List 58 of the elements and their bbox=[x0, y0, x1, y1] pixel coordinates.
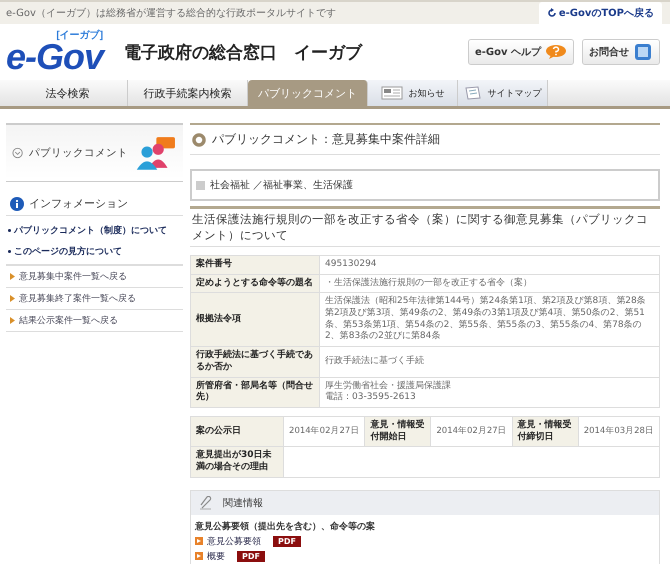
category-text: 社会福祉 ／福祉事業、生活保護 bbox=[210, 178, 354, 192]
related-subtitle: 意見公募要領（提出先を含む）、命令等の案 bbox=[194, 520, 376, 534]
nav-tab[interactable]: お知らせ bbox=[368, 80, 458, 106]
field-label: 案の公示日 bbox=[190, 416, 284, 447]
field-value: 厚生労働省社会・援護局保護課 電話：03-3595-2613 bbox=[320, 377, 660, 408]
field-label: 行政手続法に基づく手続であるか否か bbox=[190, 346, 320, 378]
field-value: ・生活保護法施行規則の一部を改正する省令（案） bbox=[320, 274, 660, 293]
field-label: 定めようとする命令等の題名 bbox=[190, 274, 320, 293]
page-title: パブリックコメント：意見募集中案件詳細 bbox=[212, 131, 440, 148]
field-label: 所管府省・部局名等（問合せ先） bbox=[190, 377, 320, 408]
date-value: 2014年02月27日 bbox=[430, 416, 512, 447]
field-label: 意見・情報受付締切日 bbox=[512, 416, 578, 447]
pdf-badge[interactable]: PDF bbox=[273, 536, 301, 547]
related-title: 関連情報 bbox=[223, 496, 263, 510]
triangle-icon bbox=[10, 295, 15, 302]
paperclip-icon bbox=[199, 496, 213, 510]
field-value: 生活保護法（昭和25年法律第144号）第24条第1項、第2項及び第8項、第28条第2項及び第3項、第49条の2、第49条の3第1項及び第4項、第50条の2、第51条、第53条第1項、第54条の2、第55条、第55条の3、第55条の4、第78条の2、第83条の2並びに第84条 bbox=[320, 292, 660, 347]
site-title: 電子政府の総合窓口 イーガブ bbox=[124, 42, 364, 64]
return-icon bbox=[546, 8, 557, 18]
site-logo[interactable]: [イーガブ] e-Gov bbox=[6, 30, 106, 74]
ring-icon bbox=[192, 132, 206, 146]
info-icon bbox=[10, 196, 24, 210]
triangle-icon bbox=[10, 273, 15, 280]
square-icon bbox=[196, 180, 205, 190]
file-link[interactable]: 意見公募要領 bbox=[207, 534, 261, 548]
contact-button[interactable]: お問合せ bbox=[582, 39, 660, 65]
help-button[interactable]: e-Gov ヘルプ bbox=[468, 39, 574, 65]
triangle-icon bbox=[10, 317, 15, 324]
field-label: 意見・情報受付開始日 bbox=[364, 416, 431, 447]
info-link[interactable]: パブリックコメント（制度）について bbox=[14, 224, 167, 237]
date-value: 2014年03月28日 bbox=[578, 416, 660, 447]
section-title: パブリックコメント bbox=[29, 146, 128, 160]
field-label: 意見提出が30日未満の場合その理由 bbox=[190, 446, 284, 478]
people-chat-icon bbox=[134, 135, 177, 171]
field-label: 根拠法令項 bbox=[190, 292, 320, 347]
site-tagline: e-Gov（イーガブ）は総務省が運営する総合的な行政ポータルサイトです bbox=[6, 6, 336, 20]
document-icon bbox=[195, 552, 203, 560]
case-title: 生活保護法施行規則の一部を改正する省令（案）に関する御意見募集（パブリックコメント）について bbox=[190, 206, 660, 248]
top-page-link[interactable]: e-GovのTOPへ戻る bbox=[538, 2, 662, 24]
file-link[interactable]: 概要 bbox=[207, 550, 225, 563]
info-link[interactable]: このページの見方について bbox=[14, 245, 122, 258]
date-value: 2014年02月27日 bbox=[284, 416, 365, 447]
bullet-icon bbox=[8, 229, 11, 232]
pdf-badge[interactable]: PDF bbox=[237, 550, 265, 562]
back-link[interactable]: 意見募集終了案件一覧へ戻る bbox=[6, 288, 183, 310]
speech-bubble-icon bbox=[545, 44, 567, 60]
back-link[interactable]: 意見募集中案件一覧へ戻る bbox=[6, 266, 183, 288]
bullet-icon bbox=[8, 250, 11, 253]
info-title: インフォメーション bbox=[29, 196, 128, 211]
field-value: 495130294 bbox=[320, 256, 660, 274]
newspaper-icon bbox=[380, 86, 402, 100]
collapse-icon bbox=[12, 147, 24, 159]
field-label: 案件番号 bbox=[190, 256, 320, 274]
field-value: 行政手続法に基づく手続 bbox=[320, 346, 660, 378]
nav-tab[interactable]: 法令検索 bbox=[8, 80, 128, 106]
back-link[interactable]: 結果公示案件一覧へ戻る bbox=[6, 310, 183, 332]
nav-tab[interactable]: サイトマップ bbox=[458, 80, 548, 106]
document-icon bbox=[195, 537, 203, 546]
